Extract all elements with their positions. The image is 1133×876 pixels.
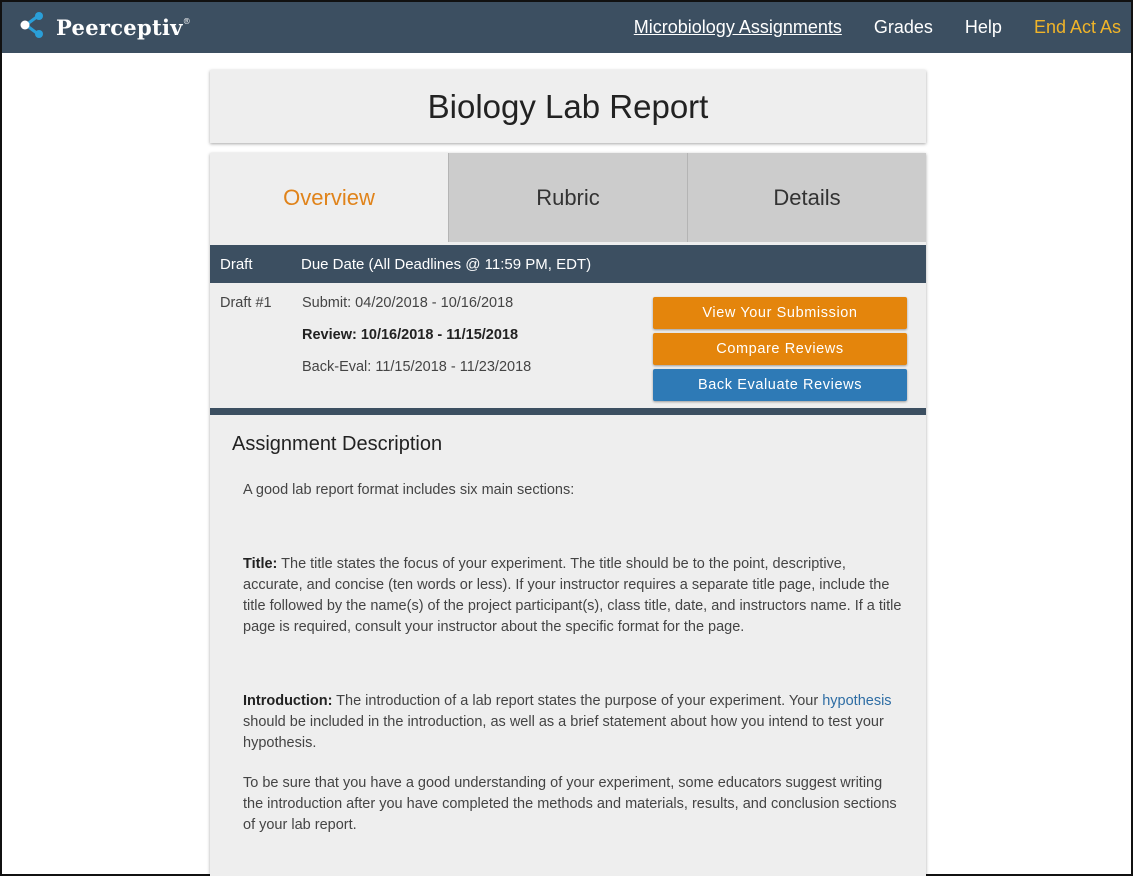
back-evaluate-reviews-button[interactable]: Back Evaluate Reviews bbox=[653, 369, 907, 401]
schedule-header-due-date: Due Date (All Deadlines @ 11:59 PM, EDT) bbox=[301, 255, 592, 273]
top-navbar: Peerceptiv® Microbiology Assignments Gra… bbox=[2, 2, 1131, 53]
page-title: Biology Lab Report bbox=[427, 87, 709, 125]
nav-link-help[interactable]: Help bbox=[965, 17, 1002, 38]
tab-details[interactable]: Details bbox=[687, 153, 926, 242]
assignment-title-card: Biology Lab Report bbox=[210, 70, 926, 143]
assignment-description: Assignment Description A good lab report… bbox=[210, 415, 926, 836]
tab-overview[interactable]: Overview bbox=[210, 153, 448, 242]
draft-actions: View Your Submission Compare Reviews Bac… bbox=[653, 297, 907, 405]
draft-dates: Submit: 04/20/2018 - 10/16/2018 Review: … bbox=[302, 295, 531, 391]
description-intro: A good lab report format includes six ma… bbox=[243, 482, 575, 498]
nav-link-microbiology-assignments[interactable]: Microbiology Assignments bbox=[634, 17, 842, 38]
submit-dates: Submit: 04/20/2018 - 10/16/2018 bbox=[302, 295, 514, 311]
back-eval-dates: Back-Eval: 11/15/2018 - 11/23/2018 bbox=[302, 359, 532, 375]
compare-reviews-button[interactable]: Compare Reviews bbox=[653, 333, 907, 365]
title-section-text: The title states the focus of your exper… bbox=[243, 556, 902, 635]
schedule-header-draft: Draft bbox=[220, 255, 253, 273]
draft-label: Draft #1 bbox=[220, 295, 272, 311]
introduction-text-2: should be included in the introduction, … bbox=[243, 714, 884, 751]
tab-rubric[interactable]: Rubric bbox=[448, 153, 687, 242]
introduction-text-1: The introduction of a lab report states … bbox=[332, 693, 823, 709]
nav-links: Microbiology Assignments Grades Help End… bbox=[602, 2, 1121, 53]
brand-logo[interactable]: Peerceptiv® bbox=[18, 11, 191, 44]
schedule-header: Draft Due Date (All Deadlines @ 11:59 PM… bbox=[210, 245, 926, 283]
review-dates: Review: 10/16/2018 - 11/15/2018 bbox=[302, 327, 519, 343]
end-act-as-link[interactable]: End Act As bbox=[1034, 17, 1121, 38]
view-submission-button[interactable]: View Your Submission bbox=[653, 297, 907, 329]
tab-bar: Overview Rubric Details bbox=[210, 153, 926, 242]
title-section: Title: The title states the focus of you… bbox=[232, 554, 904, 638]
assignment-panel: Overview Rubric Details Draft Due Date (… bbox=[210, 153, 926, 876]
title-section-label: Title: bbox=[243, 556, 278, 572]
understanding-paragraph: To be sure that you have a good understa… bbox=[243, 775, 897, 833]
hypothesis-link[interactable]: hypothesis bbox=[822, 693, 891, 709]
section-divider bbox=[210, 408, 926, 415]
nav-link-grades[interactable]: Grades bbox=[874, 17, 933, 38]
introduction-section: Introduction: The introduction of a lab … bbox=[232, 691, 904, 754]
draft-row: Draft #1 Submit: 04/20/2018 - 10/16/2018… bbox=[210, 283, 926, 408]
description-heading: Assignment Description bbox=[232, 433, 443, 455]
brand-name: Peerceptiv® bbox=[56, 15, 192, 40]
peerceptiv-logo-icon bbox=[18, 11, 46, 44]
introduction-section-label: Introduction: bbox=[243, 693, 333, 709]
